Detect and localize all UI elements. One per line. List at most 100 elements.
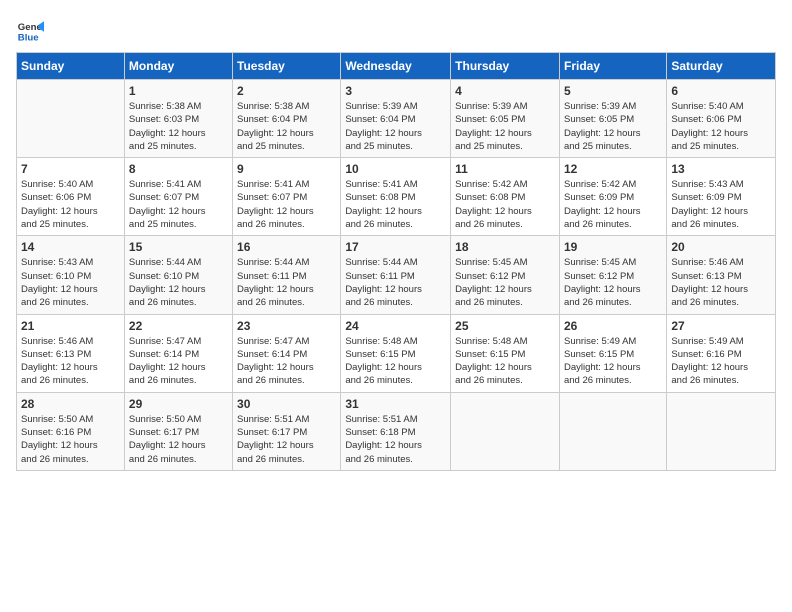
calendar-cell: 25 Sunrise: 5:48 AM Sunset: 6:15 PM Dayli… xyxy=(451,314,560,392)
day-number: 15 xyxy=(129,240,228,254)
day-info: Sunrise: 5:43 AM Sunset: 6:10 PM Dayligh… xyxy=(21,256,120,309)
day-info: Sunrise: 5:51 AM Sunset: 6:17 PM Dayligh… xyxy=(237,413,336,466)
calendar-cell: 6 Sunrise: 5:40 AM Sunset: 6:06 PM Daylig… xyxy=(667,80,776,158)
calendar-cell: 17Sunrise: 5:44 AM Sunset: 6:11 PM Dayli… xyxy=(341,236,451,314)
day-info: Sunrise: 5:41 AM Sunset: 6:08 PM Dayligh… xyxy=(345,178,446,231)
calendar-cell: 7 Sunrise: 5:40 AM Sunset: 6:06 PM Daylig… xyxy=(17,158,125,236)
week-row-3: 14 Sunrise: 5:43 AM Sunset: 6:10 PM Dayli… xyxy=(17,236,776,314)
calendar-body: 1 Sunrise: 5:38 AM Sunset: 6:03 PM Daylig… xyxy=(17,80,776,471)
day-info: Sunrise: 5:39 AM Sunset: 6:05 PM Dayligh… xyxy=(455,100,555,153)
calendar-cell: 10 Sunrise: 5:41 AM Sunset: 6:08 PM Dayli… xyxy=(341,158,451,236)
calendar-cell: 31 Sunrise: 5:51 AM Sunset: 6:18 PM Dayli… xyxy=(341,392,451,470)
day-info: Sunrise: 5:38 AM Sunset: 6:03 PM Dayligh… xyxy=(129,100,228,153)
day-number: 1 xyxy=(129,84,228,98)
calendar-cell: 8Sunrise: 5:41 AM Sunset: 6:07 PM Daylig… xyxy=(124,158,232,236)
day-info: Sunrise: 5:45 AM Sunset: 6:12 PM Dayligh… xyxy=(564,256,662,309)
day-number: 7 xyxy=(21,162,120,176)
day-info: Sunrise: 5:40 AM Sunset: 6:06 PM Dayligh… xyxy=(21,178,120,231)
day-number: 6 xyxy=(671,84,771,98)
calendar-cell xyxy=(667,392,776,470)
calendar-cell: 22 Sunrise: 5:47 AM Sunset: 6:14 PM Dayli… xyxy=(124,314,232,392)
calendar-cell: 1 Sunrise: 5:38 AM Sunset: 6:03 PM Daylig… xyxy=(124,80,232,158)
col-header-thursday: Thursday xyxy=(451,53,560,80)
calendar-cell xyxy=(559,392,666,470)
day-info: Sunrise: 5:38 AM Sunset: 6:04 PM Dayligh… xyxy=(237,100,336,153)
day-number: 19 xyxy=(564,240,662,254)
day-number: 31 xyxy=(345,397,446,411)
day-info: Sunrise: 5:46 AM Sunset: 6:13 PM Dayligh… xyxy=(21,335,120,388)
day-info: Sunrise: 5:44 AM Sunset: 6:10 PM Dayligh… xyxy=(129,256,228,309)
day-number: 10 xyxy=(345,162,446,176)
calendar-cell: 29 Sunrise: 5:50 AM Sunset: 6:17 PM Dayli… xyxy=(124,392,232,470)
calendar-cell: 30 Sunrise: 5:51 AM Sunset: 6:17 PM Dayli… xyxy=(233,392,341,470)
day-info: Sunrise: 5:48 AM Sunset: 6:15 PM Dayligh… xyxy=(455,335,555,388)
day-number: 5 xyxy=(564,84,662,98)
day-info: Sunrise: 5:45 AM Sunset: 6:12 PM Dayligh… xyxy=(455,256,555,309)
col-header-monday: Monday xyxy=(124,53,232,80)
calendar-cell: 21 Sunrise: 5:46 AM Sunset: 6:13 PM Dayli… xyxy=(17,314,125,392)
day-number: 14 xyxy=(21,240,120,254)
week-row-4: 21 Sunrise: 5:46 AM Sunset: 6:13 PM Dayli… xyxy=(17,314,776,392)
calendar-cell: 11 Sunrise: 5:42 AM Sunset: 6:08 PM Dayli… xyxy=(451,158,560,236)
calendar-cell: 18 Sunrise: 5:45 AM Sunset: 6:12 PM Dayli… xyxy=(451,236,560,314)
day-number: 9 xyxy=(237,162,336,176)
day-info: Sunrise: 5:47 AM Sunset: 6:14 PM Dayligh… xyxy=(237,335,336,388)
col-header-saturday: Saturday xyxy=(667,53,776,80)
day-info: Sunrise: 5:50 AM Sunset: 6:17 PM Dayligh… xyxy=(129,413,228,466)
day-number: 23 xyxy=(237,319,336,333)
day-number: 27 xyxy=(671,319,771,333)
header: General Blue xyxy=(16,16,776,44)
day-info: Sunrise: 5:47 AM Sunset: 6:14 PM Dayligh… xyxy=(129,335,228,388)
calendar-cell: 3Sunrise: 5:39 AM Sunset: 6:04 PM Daylig… xyxy=(341,80,451,158)
day-number: 16 xyxy=(237,240,336,254)
day-number: 17 xyxy=(345,240,446,254)
day-number: 13 xyxy=(671,162,771,176)
calendar-cell: 2 Sunrise: 5:38 AM Sunset: 6:04 PM Daylig… xyxy=(233,80,341,158)
day-info: Sunrise: 5:42 AM Sunset: 6:08 PM Dayligh… xyxy=(455,178,555,231)
calendar-header-row: SundayMondayTuesdayWednesdayThursdayFrid… xyxy=(17,53,776,80)
calendar-cell: 23 Sunrise: 5:47 AM Sunset: 6:14 PM Dayli… xyxy=(233,314,341,392)
day-info: Sunrise: 5:41 AM Sunset: 6:07 PM Dayligh… xyxy=(237,178,336,231)
col-header-friday: Friday xyxy=(559,53,666,80)
day-info: Sunrise: 5:49 AM Sunset: 6:15 PM Dayligh… xyxy=(564,335,662,388)
day-number: 26 xyxy=(564,319,662,333)
week-row-2: 7 Sunrise: 5:40 AM Sunset: 6:06 PM Daylig… xyxy=(17,158,776,236)
day-info: Sunrise: 5:51 AM Sunset: 6:18 PM Dayligh… xyxy=(345,413,446,466)
day-number: 3 xyxy=(345,84,446,98)
day-number: 2 xyxy=(237,84,336,98)
col-header-sunday: Sunday xyxy=(17,53,125,80)
day-info: Sunrise: 5:42 AM Sunset: 6:09 PM Dayligh… xyxy=(564,178,662,231)
calendar-cell xyxy=(17,80,125,158)
calendar-table: SundayMondayTuesdayWednesdayThursdayFrid… xyxy=(16,52,776,471)
day-number: 25 xyxy=(455,319,555,333)
calendar-cell: 5 Sunrise: 5:39 AM Sunset: 6:05 PM Daylig… xyxy=(559,80,666,158)
calendar-cell: 20 Sunrise: 5:46 AM Sunset: 6:13 PM Dayli… xyxy=(667,236,776,314)
calendar-cell: 13 Sunrise: 5:43 AM Sunset: 6:09 PM Dayli… xyxy=(667,158,776,236)
day-number: 18 xyxy=(455,240,555,254)
day-number: 22 xyxy=(129,319,228,333)
day-info: Sunrise: 5:50 AM Sunset: 6:16 PM Dayligh… xyxy=(21,413,120,466)
day-number: 11 xyxy=(455,162,555,176)
day-info: Sunrise: 5:46 AM Sunset: 6:13 PM Dayligh… xyxy=(671,256,771,309)
day-info: Sunrise: 5:43 AM Sunset: 6:09 PM Dayligh… xyxy=(671,178,771,231)
calendar-cell: 28 Sunrise: 5:50 AM Sunset: 6:16 PM Dayli… xyxy=(17,392,125,470)
day-info: Sunrise: 5:40 AM Sunset: 6:06 PM Dayligh… xyxy=(671,100,771,153)
calendar-cell: 12Sunrise: 5:42 AM Sunset: 6:09 PM Dayli… xyxy=(559,158,666,236)
calendar-cell xyxy=(451,392,560,470)
calendar-cell: 24 Sunrise: 5:48 AM Sunset: 6:15 PM Dayli… xyxy=(341,314,451,392)
day-info: Sunrise: 5:44 AM Sunset: 6:11 PM Dayligh… xyxy=(237,256,336,309)
day-number: 21 xyxy=(21,319,120,333)
day-info: Sunrise: 5:39 AM Sunset: 6:05 PM Dayligh… xyxy=(564,100,662,153)
day-number: 30 xyxy=(237,397,336,411)
calendar-cell: 26 Sunrise: 5:49 AM Sunset: 6:15 PM Dayli… xyxy=(559,314,666,392)
day-number: 28 xyxy=(21,397,120,411)
col-header-tuesday: Tuesday xyxy=(233,53,341,80)
calendar-cell: 9 Sunrise: 5:41 AM Sunset: 6:07 PM Daylig… xyxy=(233,158,341,236)
day-number: 20 xyxy=(671,240,771,254)
day-number: 24 xyxy=(345,319,446,333)
day-info: Sunrise: 5:48 AM Sunset: 6:15 PM Dayligh… xyxy=(345,335,446,388)
svg-text:Blue: Blue xyxy=(18,33,39,44)
day-number: 29 xyxy=(129,397,228,411)
week-row-1: 1 Sunrise: 5:38 AM Sunset: 6:03 PM Daylig… xyxy=(17,80,776,158)
week-row-5: 28 Sunrise: 5:50 AM Sunset: 6:16 PM Dayli… xyxy=(17,392,776,470)
